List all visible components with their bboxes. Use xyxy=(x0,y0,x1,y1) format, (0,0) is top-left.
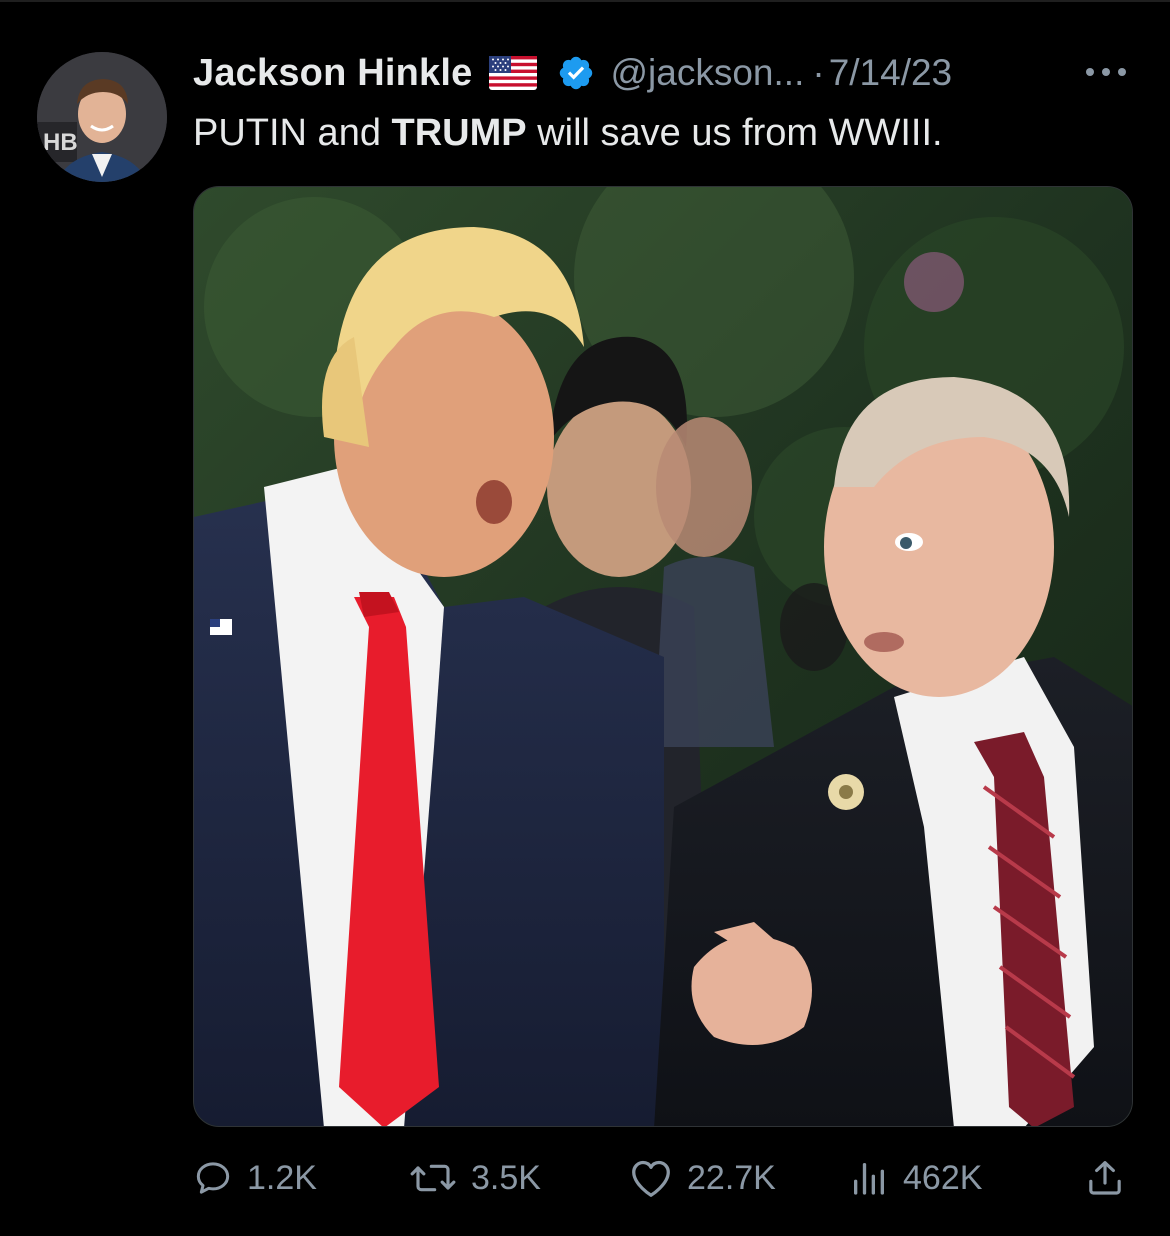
more-options-icon[interactable] xyxy=(1082,64,1130,80)
reply-icon xyxy=(193,1158,233,1198)
photo-illustration xyxy=(194,187,1132,1126)
views-count: 462K xyxy=(903,1158,983,1197)
avatar[interactable]: HB xyxy=(37,52,167,182)
share-icon xyxy=(1085,1158,1125,1198)
tweet-actions-bar: 1.2K 3.5K 22.7K 462K xyxy=(193,1148,1133,1208)
share-button[interactable] xyxy=(1085,1148,1125,1208)
verified-badge-icon[interactable] xyxy=(557,54,595,92)
retweet-icon xyxy=(409,1158,457,1198)
heart-icon xyxy=(629,1158,673,1198)
tweet-text: PUTIN and TRUMP will save us from WWIII. xyxy=(193,108,943,158)
tweet-media-photo[interactable] xyxy=(193,186,1133,1127)
tweet-text-part: PUTIN xyxy=(193,112,307,154)
retweet-count: 3.5K xyxy=(471,1158,541,1197)
tweet-text-part: will save us from WWIII. xyxy=(526,112,943,154)
user-handle[interactable]: @jackson... xyxy=(611,52,805,94)
top-divider xyxy=(0,0,1170,2)
like-button[interactable]: 22.7K xyxy=(629,1148,776,1208)
display-name[interactable]: Jackson Hinkle xyxy=(193,52,473,95)
reply-count: 1.2K xyxy=(247,1158,317,1197)
views-icon xyxy=(849,1158,889,1198)
us-flag-icon xyxy=(488,56,537,90)
tweet-header: Jackson Hinkle @jackson... · 7/14/23 xyxy=(193,46,1143,100)
tweet-text-bold: TRUMP xyxy=(391,112,527,154)
separator-dot: · xyxy=(812,52,825,93)
reply-button[interactable]: 1.2K xyxy=(193,1148,317,1208)
retweet-button[interactable]: 3.5K xyxy=(409,1148,541,1208)
like-count: 22.7K xyxy=(687,1158,776,1197)
avatar-logo-text: HB xyxy=(43,129,78,156)
views-button[interactable]: 462K xyxy=(849,1148,982,1208)
tweet-date[interactable]: 7/14/23 xyxy=(829,52,952,94)
avatar-image: HB xyxy=(37,52,167,182)
tweet-text-part: and xyxy=(307,112,392,154)
